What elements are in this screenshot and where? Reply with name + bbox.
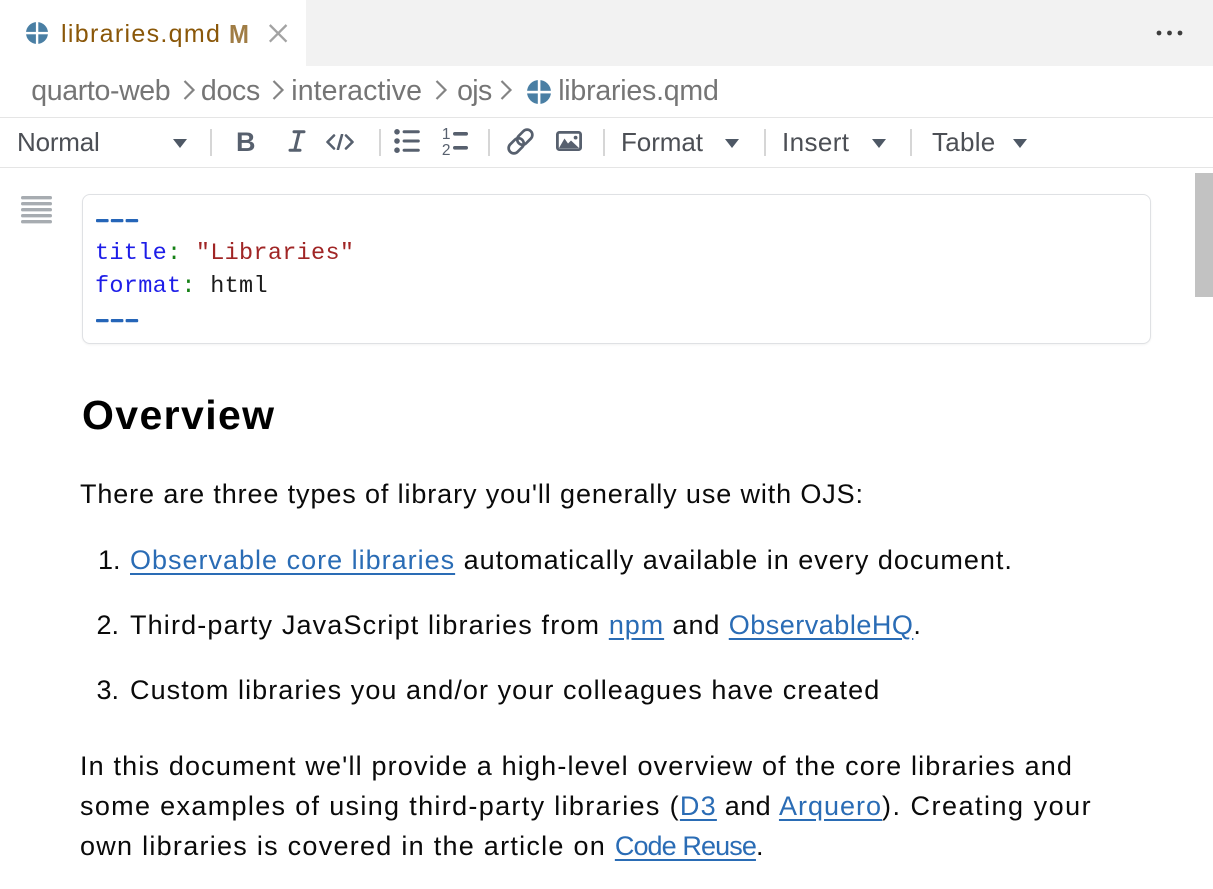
svg-text:2: 2	[442, 142, 451, 156]
svg-text:1: 1	[442, 126, 451, 143]
